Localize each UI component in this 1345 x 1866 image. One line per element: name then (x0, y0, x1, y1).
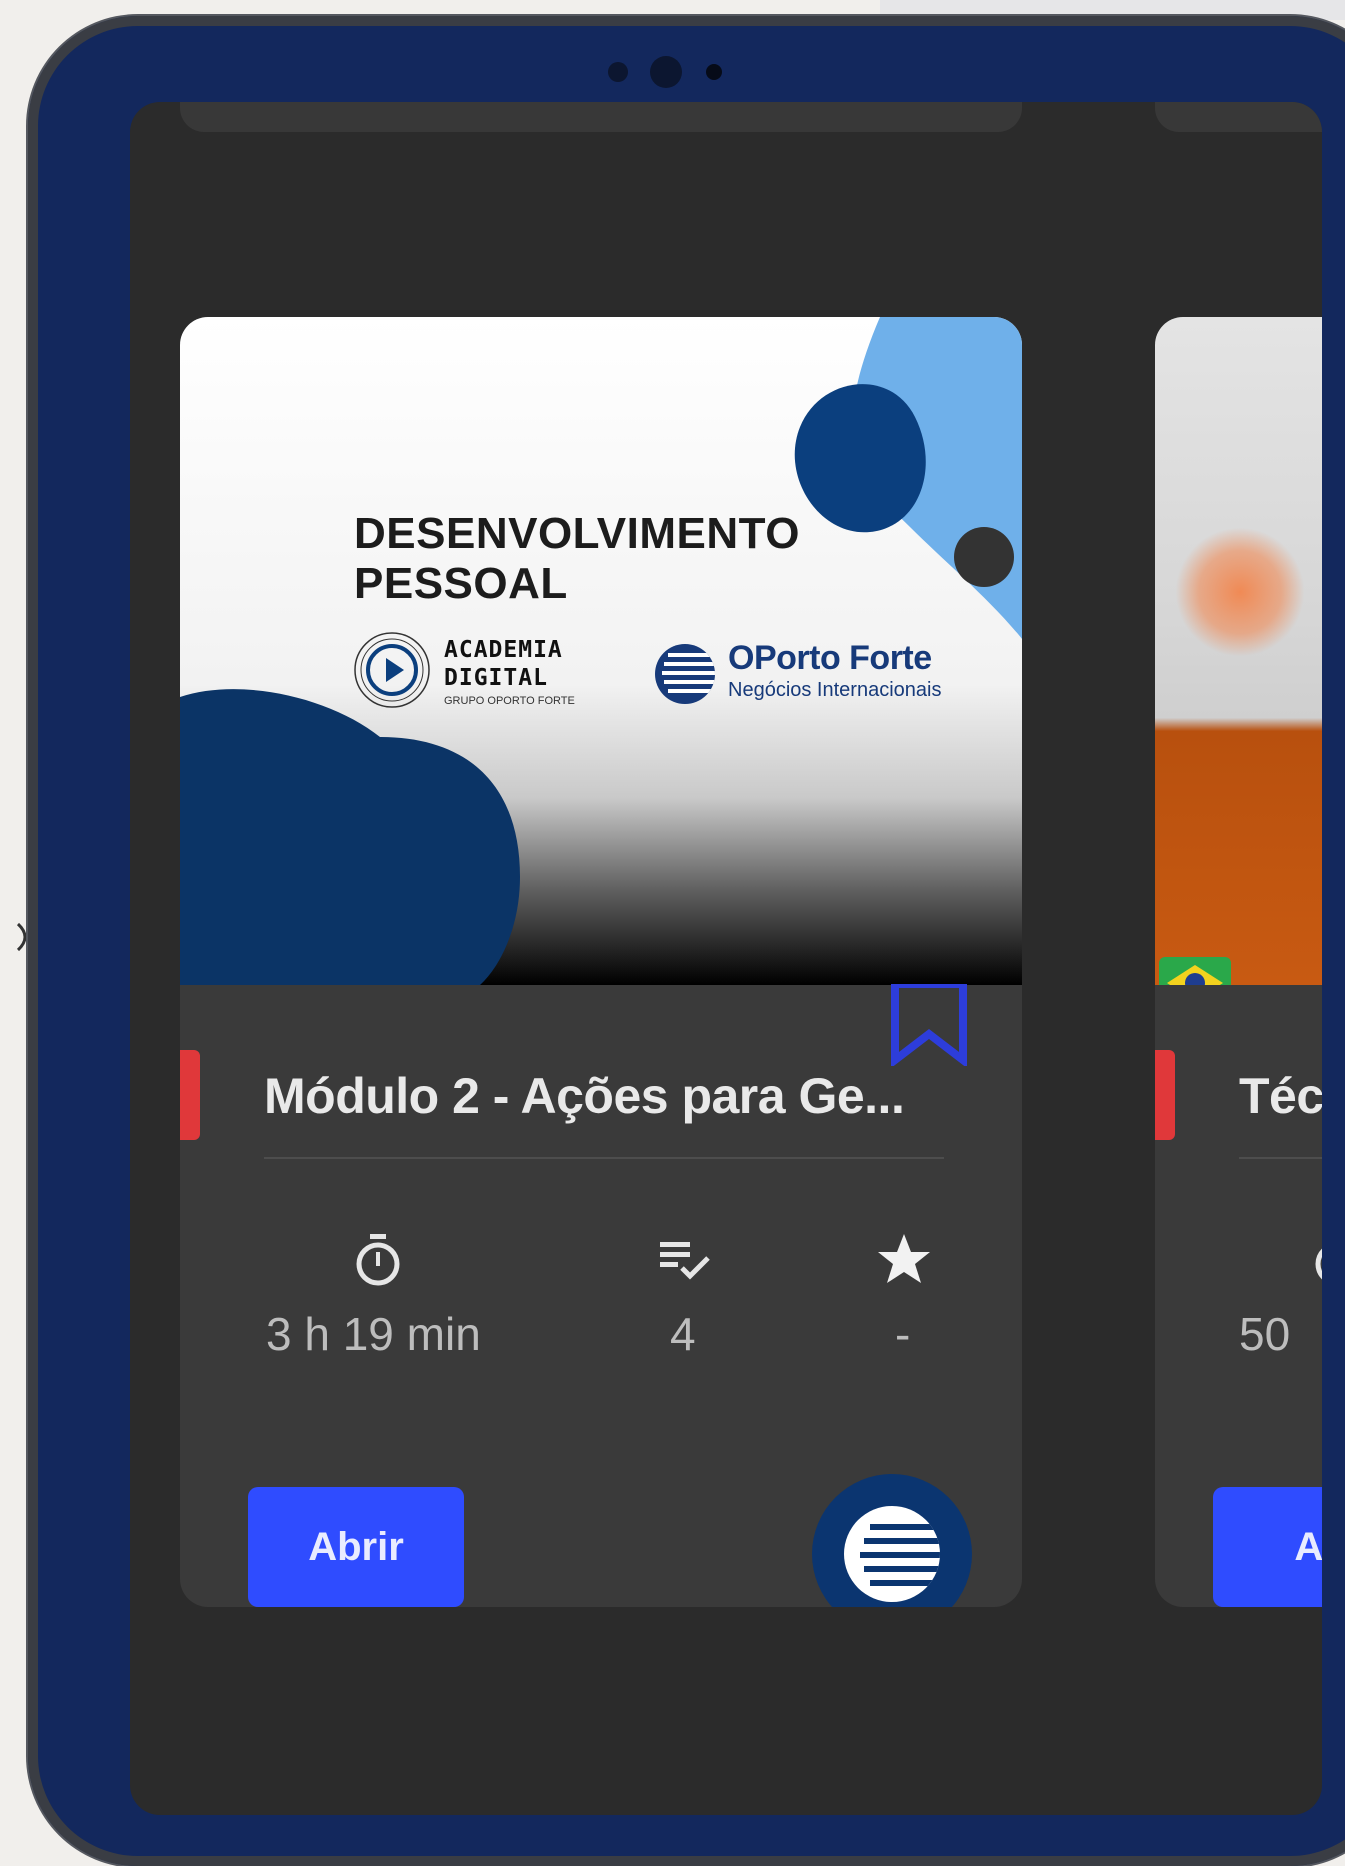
academia-name: ACADEMIA DIGITAL (444, 637, 563, 691)
duration-value: 50 (1239, 1308, 1291, 1360)
rating-value: - (895, 1308, 911, 1360)
play-icon (354, 632, 430, 708)
oporto-subtitle: Negócios Internacionais (728, 679, 942, 701)
divider (1239, 1157, 1322, 1159)
open-button[interactable]: Abrir (248, 1487, 464, 1607)
oporto-forte-logo-icon (844, 1506, 940, 1602)
camera-bar (608, 56, 748, 88)
bookmark-icon[interactable] (891, 984, 967, 1066)
globe-icon (655, 644, 715, 704)
open-button[interactable]: Ab (1213, 1487, 1322, 1607)
timer-icon (356, 1234, 400, 1286)
academia-digital-logo: ACADEMIA DIGITAL GRUPO OPORTO FORTE (352, 630, 592, 716)
previous-card-edge (1155, 102, 1322, 132)
status-accent-bar (1155, 1050, 1175, 1140)
oporto-forte-logo-button[interactable] (812, 1474, 972, 1607)
app-screen: DESENVOLVIMENTO PESSOAL ACADEMIA DIGITAL… (130, 102, 1322, 1815)
card-title: Téc (1239, 1068, 1322, 1124)
brazil-flag-icon (1159, 957, 1231, 985)
divider (264, 1157, 944, 1159)
course-thumbnail[interactable] (1155, 317, 1322, 985)
course-thumbnail[interactable]: DESENVOLVIMENTO PESSOAL ACADEMIA DIGITAL… (180, 317, 1022, 985)
oporto-forte-logo: OPorto Forte Negócios Internacionais (654, 639, 964, 709)
course-card[interactable]: DESENVOLVIMENTO PESSOAL ACADEMIA DIGITAL… (180, 317, 1022, 1607)
tablet-frame: DESENVOLVIMENTO PESSOAL ACADEMIA DIGITAL… (28, 16, 1345, 1866)
timer-icon (1315, 1248, 1322, 1280)
course-card[interactable]: Téc 50 Ab (1155, 317, 1322, 1607)
status-accent-bar (180, 1050, 200, 1140)
oporto-name: OPorto Forte (728, 639, 932, 677)
checklist-icon (660, 1242, 710, 1280)
card-title: Módulo 2 - Ações para Ge... (264, 1068, 905, 1124)
thumbnail-title: DESENVOLVIMENTO PESSOAL (354, 509, 800, 608)
academia-subtitle: GRUPO OPORTO FORTE (444, 695, 575, 707)
previous-card-edge (180, 102, 1022, 132)
duration-value: 3 h 19 min (266, 1308, 481, 1360)
lessons-count: 4 (670, 1308, 696, 1360)
star-icon (878, 1234, 930, 1283)
